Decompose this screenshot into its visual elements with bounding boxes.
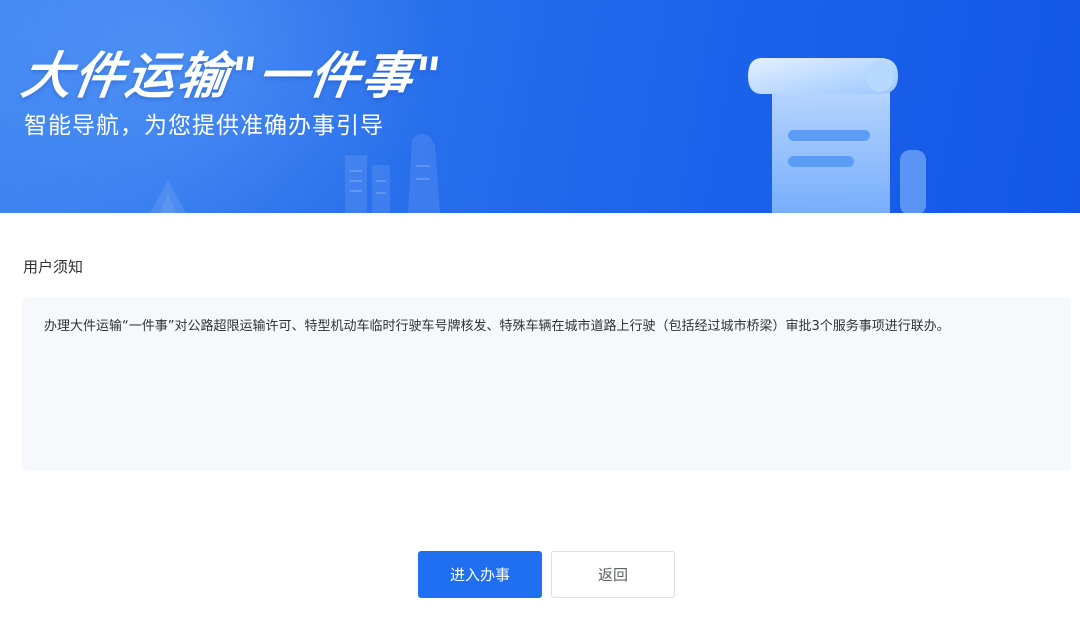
banner-subtitle: 智能导航，为您提供准确办事引导 (24, 113, 384, 139)
notice-panel: 办理大件运输“一件事”对公路超限运输许可、特型机动车临时行驶车号牌核发、特殊车辆… (22, 297, 1071, 471)
back-button[interactable]: 返回 (551, 551, 675, 598)
notice-content: 办理大件运输“一件事”对公路超限运输许可、特型机动车临时行驶车号牌核发、特殊车辆… (44, 319, 950, 334)
hero-banner: 大件运输"一件事" 智能导航，为您提供准确办事引导 (0, 0, 1080, 213)
enter-service-button[interactable]: 进入办事 (418, 551, 542, 598)
banner-title: 大件运输"一件事" (17, 47, 447, 105)
document-scroll-icon (748, 58, 926, 213)
notice-heading: 用户须知 (23, 258, 84, 276)
